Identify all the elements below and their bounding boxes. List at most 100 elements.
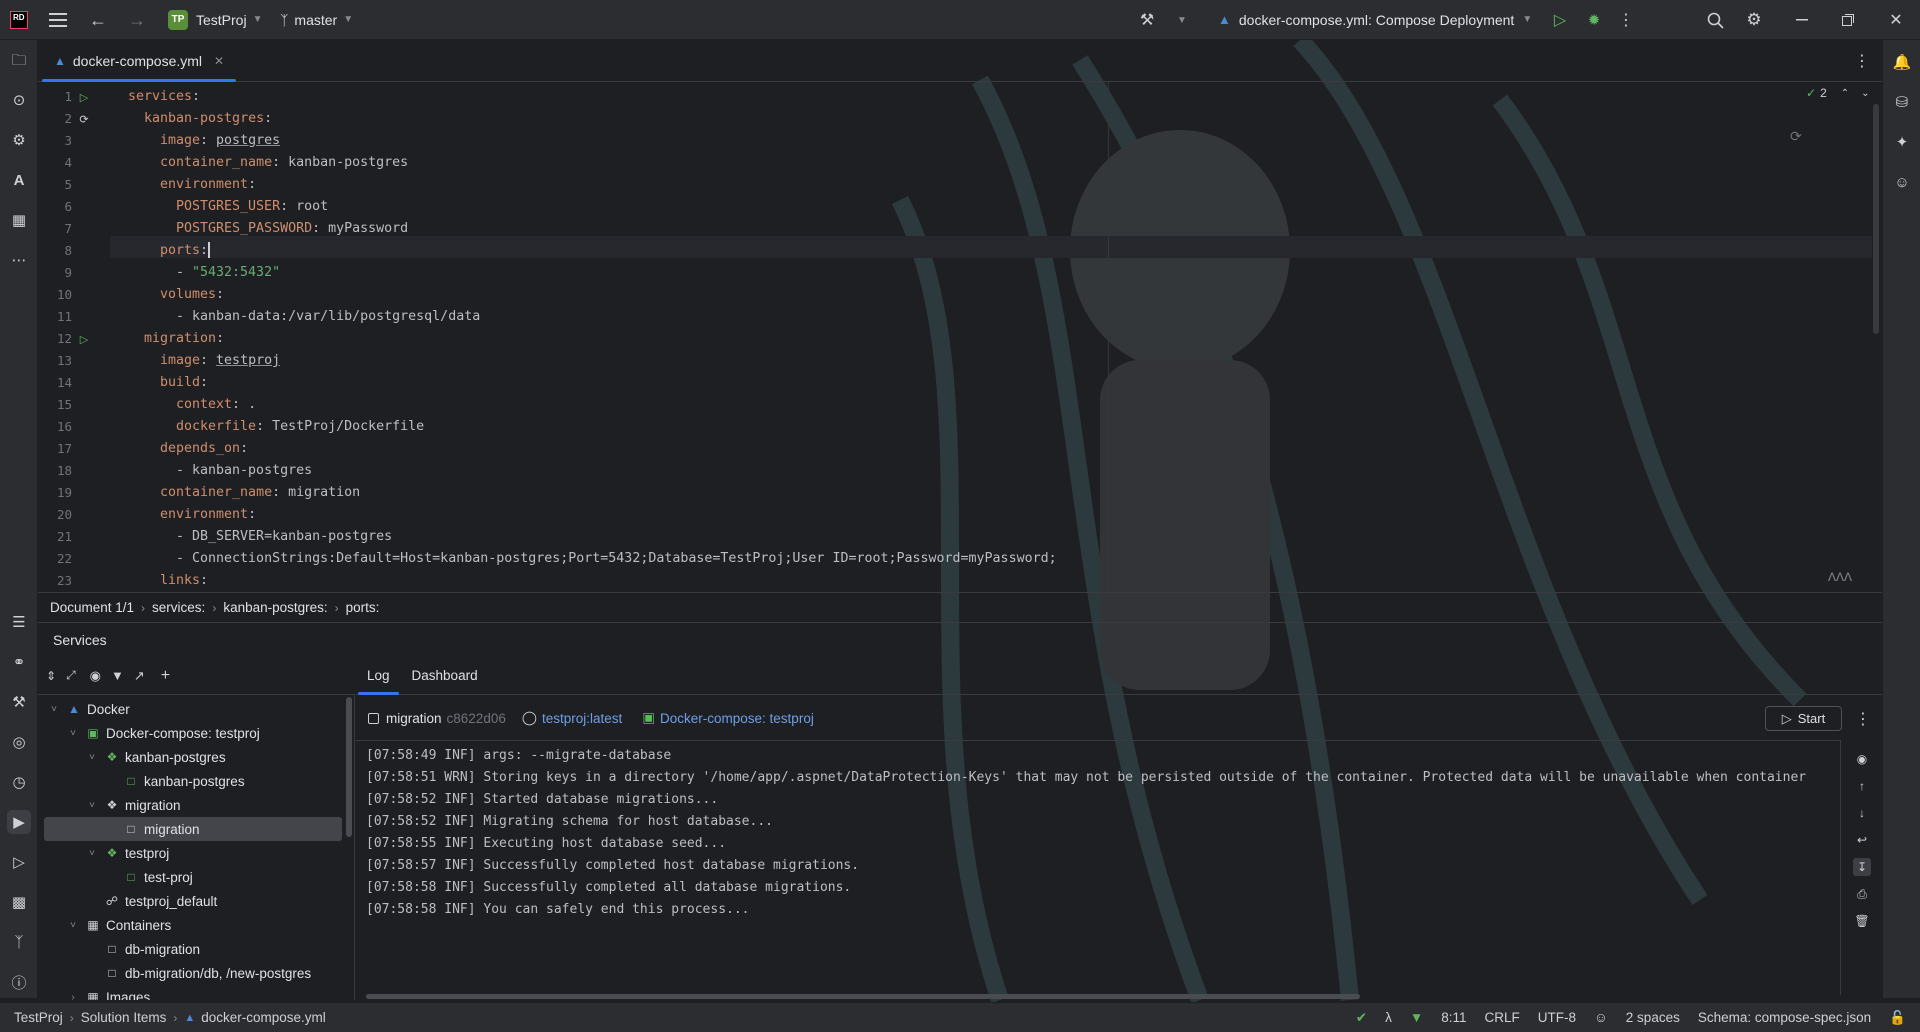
back-arrow-icon[interactable]: ← — [88, 10, 108, 30]
json-schema[interactable]: Schema: compose-spec.json — [1698, 1010, 1871, 1025]
editor-scrollbar[interactable] — [1873, 104, 1879, 334]
breadcrumb-item[interactable]: services: — [152, 600, 205, 615]
line-number[interactable]: 7 — [38, 218, 72, 240]
log-horizontal-scrollbar[interactable] — [366, 994, 1360, 999]
line-number[interactable]: 5 — [38, 174, 72, 196]
lambda-icon[interactable]: λ — [1385, 1010, 1392, 1025]
code-line[interactable]: - DB_SERVER=kanban-postgres — [110, 526, 392, 548]
code-line[interactable]: environment: — [110, 174, 256, 196]
app-logo[interactable]: RD — [10, 11, 28, 29]
run-configuration-selector[interactable]: ▲ docker-compose.yml: Compose Deployment… — [1218, 0, 1532, 40]
breadcrumb-item[interactable]: ports: — [346, 600, 380, 615]
line-number[interactable]: 3 — [38, 130, 72, 152]
close-window-icon[interactable]: ✕ — [1886, 10, 1906, 30]
dynamic-program-analysis-icon[interactable]: ◎ — [7, 730, 31, 754]
services-tree[interactable]: ˅ ▲ Docker ˅ ▣ Docker-compose: testproj ˅ ❖ kanb… — [38, 695, 355, 1000]
status-path-item[interactable]: Solution Items — [81, 1010, 167, 1025]
image-link[interactable]: testproj:latest — [542, 711, 622, 726]
status-path-item[interactable]: TestProj — [14, 1010, 63, 1025]
tree-item[interactable]: □ kanban-postgres — [38, 769, 348, 793]
ai-assistant-icon[interactable]: ✦ — [1890, 130, 1914, 154]
commit-icon[interactable]: ⊙ — [7, 88, 31, 112]
problems-icon[interactable]: ⓘ — [7, 970, 31, 994]
soft-wrap-icon[interactable]: ↩ — [1853, 831, 1871, 849]
chevron-right-icon[interactable]: › — [67, 992, 79, 1001]
code-line[interactable]: container_name: migration — [110, 482, 360, 504]
code-line[interactable]: links: — [110, 570, 208, 592]
structure-icon[interactable]: ▦ — [7, 208, 31, 232]
project-selector[interactable]: TP TestProj ▼ — [168, 0, 262, 40]
line-number[interactable]: 9 — [38, 262, 72, 284]
code-line[interactable]: - kanban-postgres — [110, 460, 312, 482]
code-line[interactable]: POSTGRES_PASSWORD: myPassword — [110, 218, 408, 240]
chevron-down-icon[interactable]: ˅ — [48, 704, 60, 715]
close-tab-icon[interactable]: ✕ — [214, 54, 224, 68]
branch-selector[interactable]: ᛉ master ▼ — [280, 0, 353, 40]
code-line[interactable]: volumes: — [110, 284, 224, 306]
notifications-bell-icon[interactable]: 🔔 — [1890, 50, 1914, 74]
breadcrumb-item[interactable]: Document 1/1 — [50, 600, 134, 615]
breadcrumb-item[interactable]: kanban-postgres: — [223, 600, 327, 615]
ai-status-icon[interactable]: ☺ — [1594, 1010, 1608, 1025]
tab-options-icon[interactable]: ⋮ — [1854, 51, 1870, 71]
show-eye-icon[interactable]: ◉ — [1853, 750, 1871, 768]
line-number[interactable]: 21 — [38, 526, 72, 548]
forward-arrow-icon[interactable]: → — [127, 10, 147, 30]
chevron-down-icon[interactable]: ˅ — [86, 800, 98, 811]
project-folder-icon[interactable]: 🗀 — [7, 50, 31, 74]
restore-window-icon[interactable] — [1838, 10, 1858, 30]
code-line[interactable]: image: postgres — [110, 130, 280, 152]
reload-icon[interactable]: ⟳ — [1790, 128, 1802, 145]
caret-position[interactable]: 8:11 — [1441, 1010, 1466, 1025]
tree-item[interactable]: ˅ ❖ testproj — [38, 841, 348, 865]
tree-item[interactable]: □ migration — [44, 817, 342, 841]
lock-icon[interactable]: 🔓 — [1889, 1010, 1906, 1026]
code-line[interactable]: migration: — [110, 328, 224, 350]
check-circle-icon[interactable]: ✔ — [1356, 1010, 1367, 1026]
log-options-icon[interactable]: ⋮ — [1855, 709, 1871, 729]
code-line[interactable]: container_name: kanban-postgres — [110, 152, 408, 174]
code-line[interactable]: kanban-postgres: — [110, 108, 272, 130]
line-number[interactable]: 10 — [38, 284, 72, 306]
tree-item[interactable]: ˅ ▲ Docker — [38, 697, 348, 721]
build-icon[interactable]: ⚒ — [7, 690, 31, 714]
tree-item[interactable]: □ db-migration — [38, 937, 348, 961]
line-number[interactable]: 2 — [38, 108, 72, 130]
line-number[interactable]: 16 — [38, 416, 72, 438]
more-actions-icon[interactable]: ⋮ — [1618, 10, 1634, 30]
line-number[interactable]: 12 — [38, 328, 72, 350]
add-service-icon[interactable]: + — [161, 667, 170, 685]
font-icon[interactable]: A — [7, 168, 31, 192]
endpoints-icon[interactable]: ⚭ — [7, 650, 31, 674]
todo-list-icon[interactable]: ☰ — [7, 610, 31, 634]
services-tree-scrollbar[interactable] — [346, 697, 352, 837]
code-line[interactable]: build: — [110, 372, 208, 394]
scroll-to-end-icon[interactable]: ↧ — [1853, 858, 1871, 876]
tree-item[interactable]: □ db-migration/db, /new-postgres — [38, 961, 348, 985]
copilot-icon[interactable]: ☺ — [1890, 170, 1914, 194]
code-line[interactable]: image: testproj — [110, 350, 280, 372]
unit-tests-icon[interactable]: ⚙ — [7, 128, 31, 152]
code-line[interactable]: context: . — [110, 394, 256, 416]
tree-item[interactable]: □ test-proj — [38, 865, 348, 889]
settings-gear-icon[interactable]: ⚙ — [1743, 9, 1765, 31]
tab-log[interactable]: Log — [356, 657, 401, 695]
code-line[interactable]: depends_on: — [110, 438, 248, 460]
open-in-new-tab-icon[interactable]: ↗ — [134, 668, 145, 684]
profiler-icon[interactable]: ◷ — [7, 770, 31, 794]
database-icon[interactable]: ⛁ — [1890, 90, 1914, 114]
code-line[interactable]: services: — [110, 86, 200, 108]
tree-item[interactable]: ˅ ▣ Docker-compose: testproj — [38, 721, 348, 745]
line-number[interactable]: 20 — [38, 504, 72, 526]
tree-item[interactable]: ˅ ▦ Containers — [38, 913, 348, 937]
status-path-item[interactable]: docker-compose.yml — [201, 1010, 326, 1025]
filter-icon[interactable]: ▼ — [111, 668, 124, 683]
services-icon[interactable]: ▶ — [7, 810, 31, 834]
git-icon[interactable]: ᛉ — [7, 930, 31, 954]
tree-item[interactable]: › ▦ Images — [38, 985, 348, 1001]
code-line[interactable]: environment: — [110, 504, 256, 526]
line-separator[interactable]: CRLF — [1484, 1010, 1519, 1025]
minimize-icon[interactable] — [1792, 10, 1812, 30]
chevron-up-icon[interactable]: ⌃ — [1841, 88, 1849, 99]
code-line[interactable]: - ConnectionStrings:Default=Host=kanban-… — [110, 548, 1057, 570]
